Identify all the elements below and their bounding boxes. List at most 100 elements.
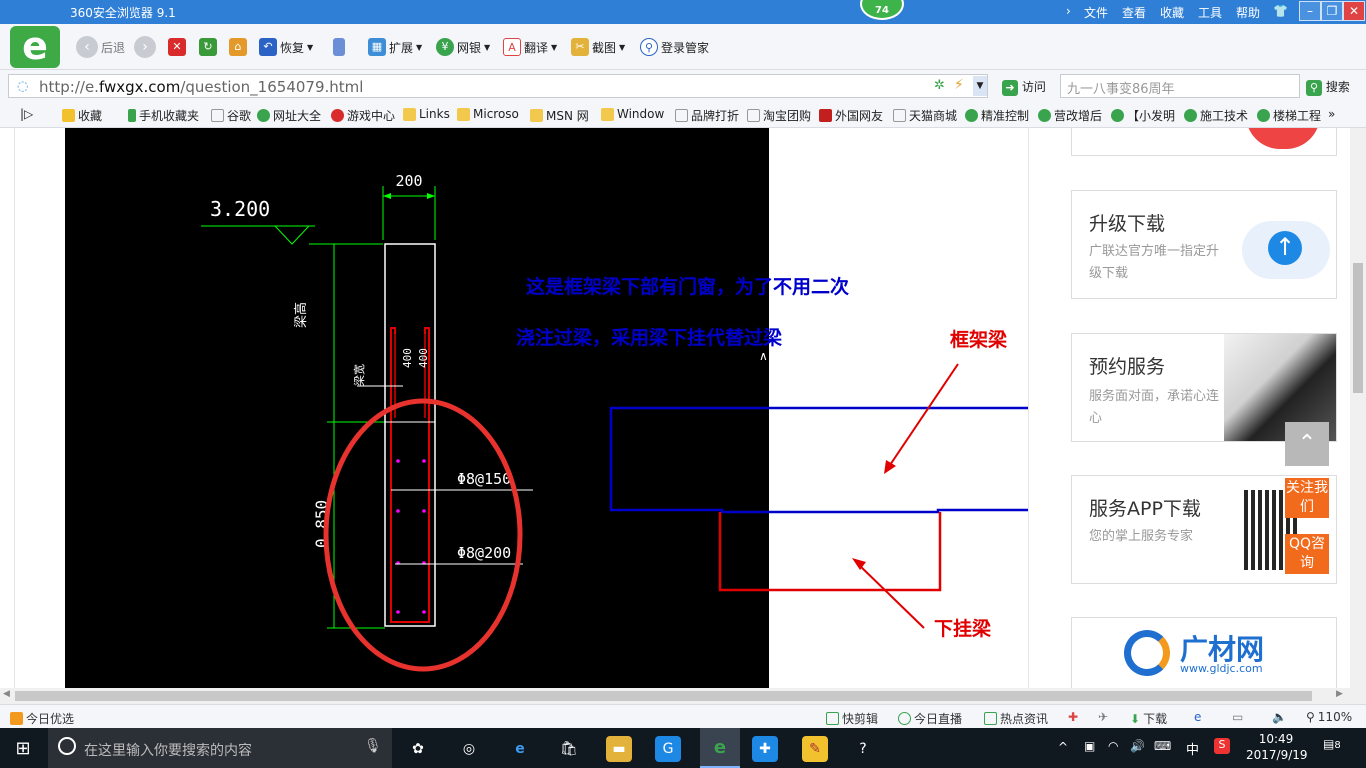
card-title: 升级下载 [1089, 213, 1166, 235]
favorites-more-button[interactable]: » [1328, 107, 1335, 121]
zoom-control[interactable]: ⚲ 110% [1306, 710, 1352, 724]
login-manager-button[interactable]: ⚲ 登录管家 [640, 37, 709, 57]
fav-item-invention[interactable]: 【小发明 [1111, 107, 1175, 124]
scroll-left-arrow-icon[interactable]: ◀ [3, 689, 10, 699]
home-button[interactable]: ⌂ [229, 37, 247, 57]
search-input[interactable]: 九一八事变86周年 [1060, 74, 1300, 98]
menu-view[interactable]: 查看 [1122, 4, 1146, 21]
notes-app-icon[interactable]: ✎ [802, 736, 828, 762]
fav-item-microsoft[interactable]: Microso [457, 107, 519, 121]
windows-start-icon[interactable]: ⊞ [10, 736, 36, 762]
fav-label: 品牌打折 [691, 109, 740, 123]
menu-favorites[interactable]: 收藏 [1160, 4, 1184, 21]
fav-item-google[interactable]: 谷歌 [211, 107, 251, 124]
task-view-icon[interactable]: ✿ [405, 736, 431, 762]
fav-item-favorites[interactable]: 收藏 [62, 107, 102, 124]
app-plus-icon[interactable]: ✚ [752, 736, 778, 762]
vertical-scrollbar[interactable] [1350, 128, 1366, 688]
volume-icon[interactable]: 🔊 [1130, 739, 1145, 753]
notification-center-icon[interactable]: ▤8 [1323, 737, 1345, 759]
fav-item-construction[interactable]: 施工技术 [1184, 107, 1248, 124]
file-explorer-icon[interactable]: ▬ [606, 736, 632, 762]
window-title: 360安全浏览器 9.1 [70, 6, 176, 20]
ime-indicator[interactable]: 中 [1186, 739, 1199, 758]
gldjc-brand-card[interactable]: 广材网 www.gldjc.com [1071, 617, 1337, 688]
store-icon[interactable]: 🛍 [556, 736, 582, 762]
wifi-icon[interactable]: ◠ [1108, 739, 1118, 753]
phone-button[interactable] [333, 37, 345, 57]
keyboard-icon[interactable]: ⌨ [1154, 739, 1171, 753]
security-shield-icon[interactable]: ✲ [934, 78, 945, 93]
brand-logo-icon [1124, 630, 1170, 676]
window-icon[interactable]: ▭ [1232, 710, 1243, 724]
browser-logo[interactable]: e [10, 26, 60, 68]
annotation-overlay: 这是框架梁下部有门窗，为了不用二次 浇注过梁，采用梁下挂代替过梁 框架梁 下挂梁 [516, 275, 1028, 640]
close-button[interactable]: ✕ [1343, 1, 1365, 21]
tray-expand-icon[interactable]: ^ [1058, 740, 1068, 754]
back-to-top-button[interactable]: ⌃ [1285, 422, 1329, 466]
lightning-icon[interactable]: ⚡ [954, 77, 964, 93]
fav-item-foreign[interactable]: 外国网友 [819, 107, 883, 124]
screenshot-button[interactable]: ✂ 截图 ▼ [571, 37, 625, 57]
ie-icon[interactable]: e [1194, 710, 1201, 724]
minimize-button[interactable]: – [1299, 1, 1321, 21]
forward-button[interactable]: › [134, 36, 156, 58]
fav-item-portal[interactable]: 网址大全 [257, 107, 321, 124]
qq-consult-button[interactable]: QQ咨询 [1285, 534, 1329, 574]
download-button[interactable]: ⬇ 下载 [1130, 710, 1167, 727]
restore-button[interactable]: ↶ 恢复 ▼ [259, 37, 313, 57]
menu-file[interactable]: 文件 [1084, 4, 1108, 21]
hot-news[interactable]: 热点资讯 [984, 710, 1048, 727]
fav-item-msn[interactable]: MSN 网 [530, 107, 589, 124]
360-browser-taskbar-icon[interactable]: e [700, 728, 740, 768]
fav-item-links[interactable]: Links [403, 107, 450, 121]
fav-item-windows[interactable]: Window [601, 107, 664, 121]
follow-us-button[interactable]: 关注我们 [1285, 478, 1329, 518]
horizontal-scrollbar[interactable]: ◀ ▶ [0, 688, 1366, 704]
taskbar-search-box[interactable]: 在这里输入你要搜索的内容 🎙 [48, 728, 392, 768]
sogou-ime-icon[interactable]: S [1214, 738, 1230, 754]
fav-item-brand-sale[interactable]: 品牌打折 [675, 107, 739, 124]
shield-icon[interactable]: ✚ [1068, 710, 1078, 724]
fav-item-stairs[interactable]: 楼梯工程 [1257, 107, 1321, 124]
sidebar-toggle-icon[interactable]: |▷ [20, 107, 33, 121]
back-button[interactable]: ‹ 后退 [76, 36, 125, 58]
fav-item-vat[interactable]: 营改增后 [1038, 107, 1102, 124]
search-button[interactable]: ⚲ 搜索 [1306, 78, 1350, 96]
fav-item-mobile[interactable]: 手机收藏夹 [128, 107, 199, 124]
gldjc-app-icon[interactable]: G [655, 736, 681, 762]
fav-item-tmall[interactable]: 天猫商城 [893, 107, 957, 124]
today-live[interactable]: 今日直播 [898, 710, 962, 727]
horizontal-scroll-thumb[interactable] [15, 691, 1312, 701]
edge-icon[interactable]: e [507, 736, 533, 762]
refresh-button[interactable]: ↻ [199, 37, 217, 57]
today-picks[interactable]: 今日优选 [10, 710, 74, 727]
security-badge[interactable]: 74 [860, 0, 904, 20]
upgrade-download-card[interactable]: 升级下载 广联达官方唯一指定升级下载 ↑ [1071, 190, 1337, 299]
menu-tools[interactable]: 工具 [1198, 4, 1222, 21]
taskbar-clock[interactable]: 10:49 2017/9/19 [1246, 731, 1308, 763]
bank-button[interactable]: ¥ 网银 ▼ [436, 37, 490, 57]
top-partial-card[interactable] [1071, 128, 1337, 156]
skin-icon[interactable]: 👕 [1273, 4, 1288, 18]
address-dropdown-button[interactable]: ▼ [973, 76, 987, 96]
vertical-scroll-thumb[interactable] [1353, 263, 1363, 393]
speaker-icon[interactable]: 🔈 [1272, 710, 1287, 724]
network-tray-icon[interactable]: ▣ [1084, 739, 1095, 753]
fav-item-precise[interactable]: 精准控制 [965, 107, 1029, 124]
microphone-icon[interactable]: 🎙 [364, 738, 382, 754]
visit-button[interactable]: ➜ 访问 [1002, 78, 1046, 96]
pin-icon[interactable]: ✈ [1098, 710, 1108, 724]
tool-app-icon[interactable]: ? [850, 736, 876, 762]
fav-item-taobao[interactable]: 淘宝团购 [747, 107, 811, 124]
menu-help[interactable]: 帮助 [1236, 4, 1260, 21]
quick-clip[interactable]: 快剪辑 [826, 710, 878, 727]
scroll-right-arrow-icon[interactable]: ▶ [1336, 689, 1343, 699]
address-bar[interactable]: ◌ http://e.fwxgx.com/question_1654079.ht… [8, 74, 988, 98]
browser-swirl-icon[interactable]: ◎ [456, 736, 482, 762]
fav-item-games[interactable]: 游戏中心 [331, 107, 395, 124]
extend-button[interactable]: ▦ 扩展 ▼ [368, 37, 422, 57]
translate-button[interactable]: A 翻译 ▼ [503, 37, 557, 57]
stop-button[interactable]: ✕ [168, 37, 186, 57]
maximize-button[interactable]: ❐ [1321, 1, 1343, 21]
